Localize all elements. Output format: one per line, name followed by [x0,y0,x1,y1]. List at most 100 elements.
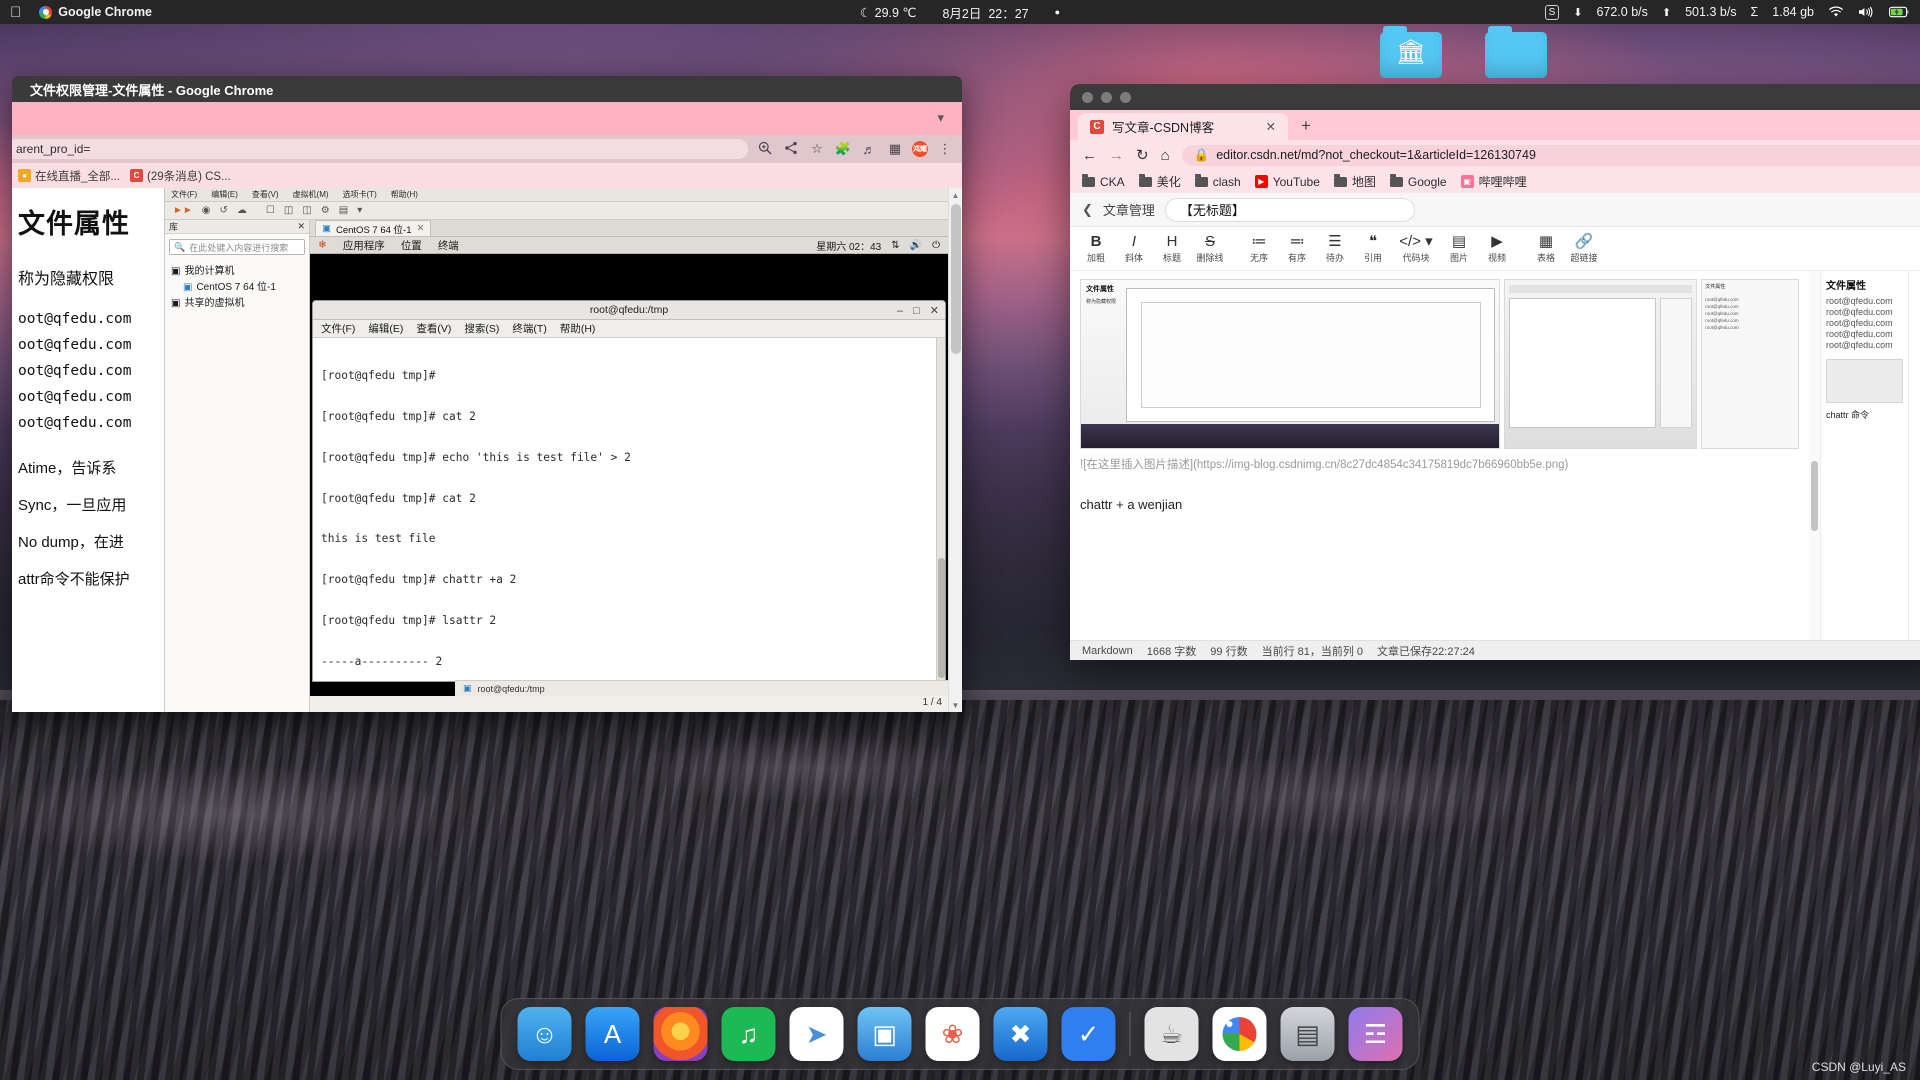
terminal-menu-file[interactable]: 文件(F) [321,321,355,336]
maximize-icon[interactable]: □ [913,305,920,317]
chevron-down-icon[interactable]: ▾ [937,110,944,126]
chevron-left-icon[interactable]: ❮ [1082,202,1093,218]
star-icon[interactable]: ☆ [808,141,826,157]
macos-dock[interactable]: ☺ A ♫ ➤ ▣ ❀ ✖ ✓ ☕ ▤ ☲ [500,998,1420,1070]
menubar-weather[interactable]: ☾ 29.9 ℃ [860,5,917,20]
menubar-clock[interactable]: 8月2日 22：27 [942,3,1028,22]
format-todo-button[interactable]: ☰ 待办 [1317,233,1353,264]
format-video-button[interactable]: ▶ 视频 [1479,233,1515,264]
format-italic-button[interactable]: I 斜体 [1116,233,1152,264]
gnome-menu-places[interactable]: 位置 [401,238,422,253]
snipaste-icon[interactable]: S [1544,4,1560,20]
guest-taskbar[interactable]: ▣ root@qfedu:/tmp [455,680,948,696]
terminal-menubar[interactable]: 文件(F) 编辑(E) 查看(V) 搜索(S) 终端(T) 帮助(H) [313,320,945,338]
minimize-icon[interactable]: – [897,305,903,317]
editor-side-rail[interactable]: ▦ ◫ 👁 ◎ ☷ ▣ [1908,271,1920,657]
network-icon[interactable]: ⇅ [891,240,899,251]
dock-item-launchpad[interactable]: ☲ [1348,1007,1403,1061]
forward-arrow-icon[interactable]: → [1109,147,1124,164]
close-dot[interactable] [1082,91,1093,103]
dock-item-chrome[interactable] [1212,1007,1267,1061]
scroll-up-icon[interactable]: ▲ [949,188,962,202]
battery-charging-icon[interactable] [1889,6,1910,18]
zoom-dot[interactable] [1120,91,1131,103]
scrollbar-thumb[interactable] [1811,461,1818,531]
editor-scrollbar[interactable] [1809,271,1820,657]
terminal-menu-view[interactable]: 查看(V) [416,321,451,336]
close-icon[interactable]: ✕ [417,223,425,234]
omnibox[interactable]: arent_pro_id= [12,139,748,159]
format-heading-button[interactable]: H 标题 [1154,233,1190,264]
dock-item-shadowsocks[interactable]: ➤ [789,1007,844,1061]
chrome-window-csdn[interactable]: C 写文章-CSDN博客 ✕ + ← → ↻ ⌂ 🔒 editor.csdn.n… [1070,84,1920,660]
breadcrumb[interactable]: 文章管理 [1103,200,1155,219]
dock-item-disk-utility[interactable]: ▤ [1280,1007,1335,1061]
home-icon[interactable]: ⌂ [1161,147,1170,164]
bookmark-live[interactable]: ● 在线直播_全部... [18,168,120,184]
kebab-menu-icon[interactable]: ⋮ [936,141,954,157]
record-dot-icon[interactable]: ● [1055,7,1060,17]
bookmark-google[interactable]: Google [1389,173,1447,189]
dock-item-finder[interactable]: ☺ [517,1007,572,1061]
sidepanel-icon[interactable]: ▦ [886,141,904,157]
library-search-input[interactable]: 🔍 在此处键入内容进行搜索 [169,239,305,255]
scrollbar-thumb[interactable] [938,557,945,678]
dock-item-trash[interactable]: ☕ [1144,1007,1199,1061]
dock-item-firefox[interactable] [653,1007,708,1061]
format-hyperlink-button[interactable]: 🔗 超链接 [1566,233,1602,264]
terminal-menu-help[interactable]: 帮助(H) [560,321,596,336]
taskbar-item-label[interactable]: root@qfedu:/tmp [478,684,545,694]
wifi-icon[interactable] [1828,6,1844,18]
format-quote-button[interactable]: ❝ 引用 [1355,233,1391,264]
format-code-block-button[interactable]: </> ▾ 代码块 [1393,233,1439,264]
close-icon[interactable]: ✕ [1266,119,1276,134]
vmware-tabstrip[interactable]: ▣ CentOS 7 64 位-1 ✕ [310,220,948,237]
bookmark-meihua[interactable]: 美化 [1138,173,1181,190]
volume-icon[interactable]: 🔊 [910,240,922,251]
csdn-bookmarks-bar[interactable]: CKA 美化 clash ▶ YouTube 地图 Google ▣ 哔哩哔哩 [1070,170,1920,193]
minimize-dot[interactable] [1101,91,1112,103]
gnome-top-panel[interactable]: ❄ 应用程序 位置 终端 星期六 02：43 ⇅ 🔊 ⏻ [310,237,948,254]
gnome-menu-terminal[interactable]: 终端 [438,238,459,253]
zoom-in-icon[interactable] [756,141,774,158]
tree-item-centos[interactable]: ▣ CentOS 7 64 位-1 [171,280,303,296]
csdn-tabstrip[interactable]: C 写文章-CSDN博客 ✕ + [1070,110,1920,140]
reload-icon[interactable]: ↻ [1136,146,1149,164]
format-strikethrough-button[interactable]: S 删除线 [1192,233,1228,264]
editor-header[interactable]: ❮ 文章管理 【无标题】 [1070,193,1920,227]
bookmark-clash[interactable]: clash [1194,173,1241,189]
bookmark-maps[interactable]: 地图 [1333,173,1376,190]
terminal-scrollbar[interactable] [936,338,945,681]
bookmark-csdn[interactable]: C (29条消息) CS... [129,168,231,184]
markdown-body-text[interactable]: chattr + a wenjian [1080,497,1799,512]
menubar-app-name[interactable]: Google Chrome [39,5,152,19]
format-bold-button[interactable]: B 加粗 [1078,233,1114,264]
terminal-menu-edit[interactable]: 编辑(E) [368,321,403,336]
volume-icon[interactable] [1858,6,1875,18]
dock-item-photos[interactable]: ❀ [925,1007,980,1061]
power-icon[interactable]: ⏻ [932,240,940,251]
gnome-menu-applications[interactable]: 应用程序 [343,238,385,253]
close-icon[interactable]: ✕ [930,304,939,317]
apple-icon[interactable]:  [10,5,21,20]
extensions-icon[interactable]: 🧩 [834,141,852,157]
terminal-menu-search[interactable]: 搜索(S) [464,321,499,336]
bookmark-bilibili[interactable]: ▣ 哔哩哔哩 [1460,173,1527,190]
markdown-editor-pane[interactable]: 文件属性 称为隐藏权限 文件属性 root@qfedu.com root@qfed… [1070,271,1809,657]
dock-item-spotify[interactable]: ♫ [721,1007,776,1061]
article-title-input[interactable]: 【无标题】 [1164,197,1415,222]
chrome-window-left[interactable]: 文件权限管理-文件属性 - Google Chrome ▾ arent_pro_… [12,76,962,712]
markdown-image-alt-text[interactable]: ![在这里插入图片描述](https://img-blog.csdnimg.cn… [1080,455,1799,475]
page-scrollbar[interactable]: ▲ ▼ [948,188,962,712]
desktop-icon-blue-folder[interactable] [1485,26,1547,78]
terminal-menu-terminal[interactable]: 终端(T) [512,321,546,336]
back-arrow-icon[interactable]: ← [1082,147,1097,164]
csdn-titlebar[interactable] [1070,84,1920,110]
address-bar[interactable]: 🔒 editor.csdn.net/md?not_checkout=1&arti… [1181,144,1920,166]
plus-icon[interactable]: + [1292,116,1320,140]
bookmark-youtube[interactable]: ▶ YouTube [1254,175,1320,189]
chrome-bookmarks-bar[interactable]: ● 在线直播_全部... C (29条消息) CS... [12,163,962,188]
vmware-tab-centos[interactable]: ▣ CentOS 7 64 位-1 ✕ [315,220,432,236]
dock-item-xcode[interactable]: ✖ [993,1007,1048,1061]
bookmark-cka[interactable]: CKA [1082,173,1125,189]
